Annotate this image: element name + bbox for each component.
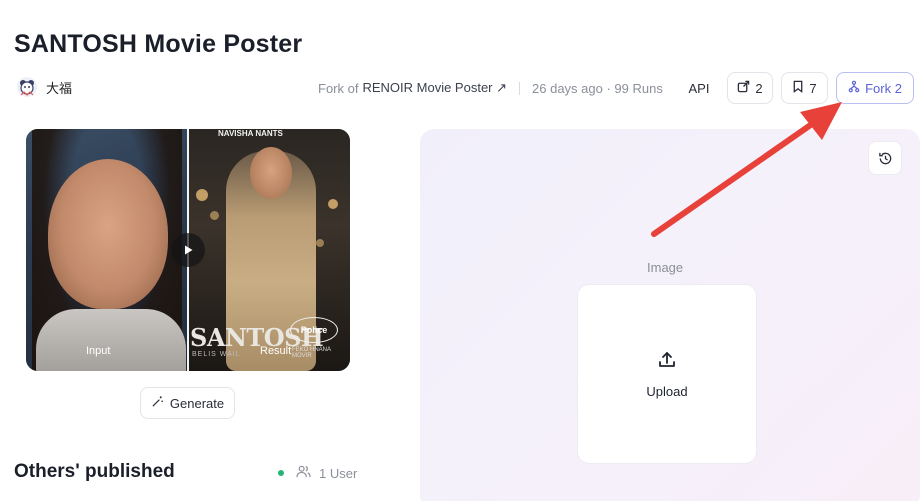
fork-label: Fork 2 [865,80,902,96]
users-count: 1 User [278,465,357,481]
fork-button[interactable]: Fork 2 [836,72,914,104]
poster-badge: Police [290,317,338,343]
result-label: Result [260,345,292,357]
generate-button[interactable]: Generate [140,387,235,419]
api-label: API [688,80,710,96]
bookmark-count: 7 [809,80,817,96]
users-label: 1 User [319,465,358,481]
author[interactable]: 大福 [16,76,72,98]
share-icon [737,80,750,96]
online-dot [278,470,284,476]
image-field-label: Image [647,260,684,275]
fork-source-link[interactable]: RENOIR Movie Poster ↗ [362,80,507,96]
history-button[interactable] [868,141,902,175]
input-photo [26,129,188,371]
upload-dropzone[interactable]: Upload [577,284,757,464]
meta-row: Fork of RENOIR Movie Poster ↗ 26 days ag… [318,80,663,96]
run-stats: 26 days ago · 99 Runs [532,80,663,96]
divider [519,81,521,95]
input-label: Input [86,345,111,357]
others-published-heading: Others' published [14,461,175,482]
poster-top-text: NAVISHA NANTS [218,129,283,138]
page-title: SANTOSH Movie Poster [14,30,303,58]
upload-label: Upload [646,384,688,399]
play-button[interactable] [171,233,205,267]
users-icon [296,465,311,481]
author-name: 大福 [46,80,73,96]
preview-image[interactable]: NAVISHA NANTS SANTOSH Police FEKO HNANA … [26,129,350,371]
fork-of-label: Fork of [318,80,359,96]
page: SANTOSH Movie Poster 大福 Fork of RENOIR M… [0,0,922,501]
share-button[interactable]: 2 [727,72,773,104]
play-icon [185,245,193,255]
history-icon [878,152,891,164]
share-count: 2 [755,80,763,96]
upload-icon [656,349,678,376]
avatar [16,76,38,98]
magic-wand-icon [151,395,164,411]
bookmark-button[interactable]: 7 [781,72,828,104]
fork-icon [848,80,860,96]
poster-subtitle: BELIS WAIL [192,351,241,358]
poster-credit: FEKO HNANA MOVIR [292,347,331,359]
generate-label: Generate [169,395,225,411]
bookmark-icon [792,80,804,96]
api-button[interactable]: API [678,72,720,104]
result-photo: NAVISHA NANTS SANTOSH Police FEKO HNANA … [188,129,350,371]
